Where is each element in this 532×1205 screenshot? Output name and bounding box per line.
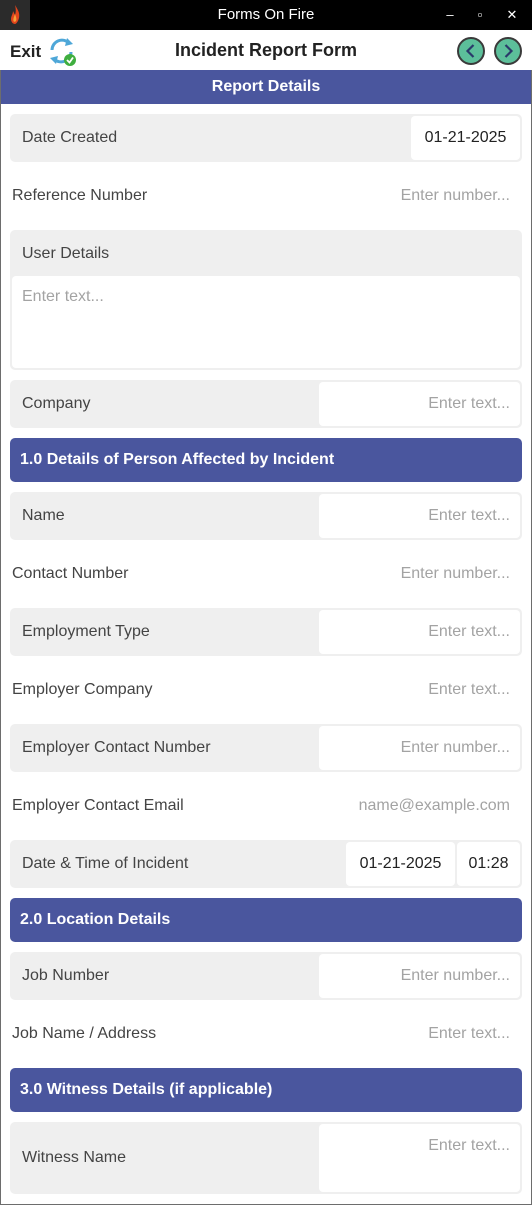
section-3-header: 3.0 Witness Details (if applicable) <box>10 1068 522 1112</box>
date-created-field[interactable]: 01-21-2025 <box>411 116 520 160</box>
incident-datetime-row: Date & Time of Incident 01-21-2025 01:28 <box>10 840 522 888</box>
contact-number-input[interactable]: Enter number... <box>401 565 510 583</box>
job-name-address-input[interactable]: Enter text... <box>428 1025 510 1043</box>
incident-time-field[interactable]: 01:28 <box>457 842 520 886</box>
form-toolbar: Exit Incident Report Form <box>0 30 532 70</box>
section-1-header: 1.0 Details of Person Affected by Incide… <box>10 438 522 482</box>
employer-company-label: Employer Company <box>12 681 153 698</box>
employer-contact-number-row: Employer Contact Number Enter number... <box>10 724 522 772</box>
section-2-header: 2.0 Location Details <box>10 898 522 942</box>
job-number-row: Job Number Enter number... <box>10 952 522 1000</box>
date-created-label: Date Created <box>22 129 118 146</box>
company-label: Company <box>22 395 91 412</box>
reference-number-label: Reference Number <box>12 187 148 204</box>
minimize-button[interactable]: – <box>436 0 464 30</box>
employer-contact-email-label: Employer Contact Email <box>12 797 184 814</box>
employer-contact-email-input[interactable]: name@example.com <box>359 797 510 815</box>
job-number-label: Job Number <box>22 967 110 984</box>
contact-number-row: Contact Number Enter number... <box>0 550 532 598</box>
incident-date-field[interactable]: 01-21-2025 <box>346 842 455 886</box>
job-name-address-label: Job Name / Address <box>12 1025 157 1042</box>
maximize-button[interactable]: ▫ <box>466 0 494 30</box>
employer-company-row: Employer Company Enter text... <box>0 666 532 714</box>
previous-page-icon[interactable] <box>457 37 485 65</box>
witness-name-row: Witness Name Enter text... <box>10 1122 522 1194</box>
incident-datetime-label: Date & Time of Incident <box>22 855 189 872</box>
name-label: Name <box>22 507 65 524</box>
reference-number-input[interactable]: Enter number... <box>401 187 510 205</box>
employer-contact-number-label: Employer Contact Number <box>22 739 211 756</box>
employer-company-input[interactable]: Enter text... <box>428 681 510 699</box>
next-page-icon[interactable] <box>494 37 522 65</box>
employment-type-row: Employment Type Enter text... <box>10 608 522 656</box>
report-details-header: Report Details <box>1 70 531 104</box>
company-input[interactable]: Enter text... <box>319 382 520 426</box>
reference-number-row: Reference Number Enter number... <box>0 172 532 220</box>
close-button[interactable]: ✕ <box>498 0 526 30</box>
job-name-address-row: Job Name / Address Enter text... <box>0 1010 532 1058</box>
name-row: Name Enter text... <box>10 492 522 540</box>
user-details-label: User Details <box>22 245 110 262</box>
name-input[interactable]: Enter text... <box>319 494 520 538</box>
date-created-row: Date Created 01-21-2025 <box>10 114 522 162</box>
user-details-row: User Details Enter text... <box>10 230 522 370</box>
user-details-textarea[interactable]: Enter text... <box>12 276 520 368</box>
contact-number-label: Contact Number <box>12 565 129 582</box>
employer-contact-number-input[interactable]: Enter number... <box>319 726 520 770</box>
witness-name-input[interactable]: Enter text... <box>319 1124 520 1192</box>
form-title: Incident Report Form <box>174 40 357 60</box>
employment-type-label: Employment Type <box>22 623 150 640</box>
employer-contact-email-row: Employer Contact Email name@example.com <box>0 782 532 830</box>
job-number-input[interactable]: Enter number... <box>319 954 520 998</box>
window-titlebar: Forms On Fire – ▫ ✕ <box>0 0 532 30</box>
witness-name-label: Witness Name <box>22 1149 127 1166</box>
company-row: Company Enter text... <box>10 380 522 428</box>
employment-type-input[interactable]: Enter text... <box>319 610 520 654</box>
